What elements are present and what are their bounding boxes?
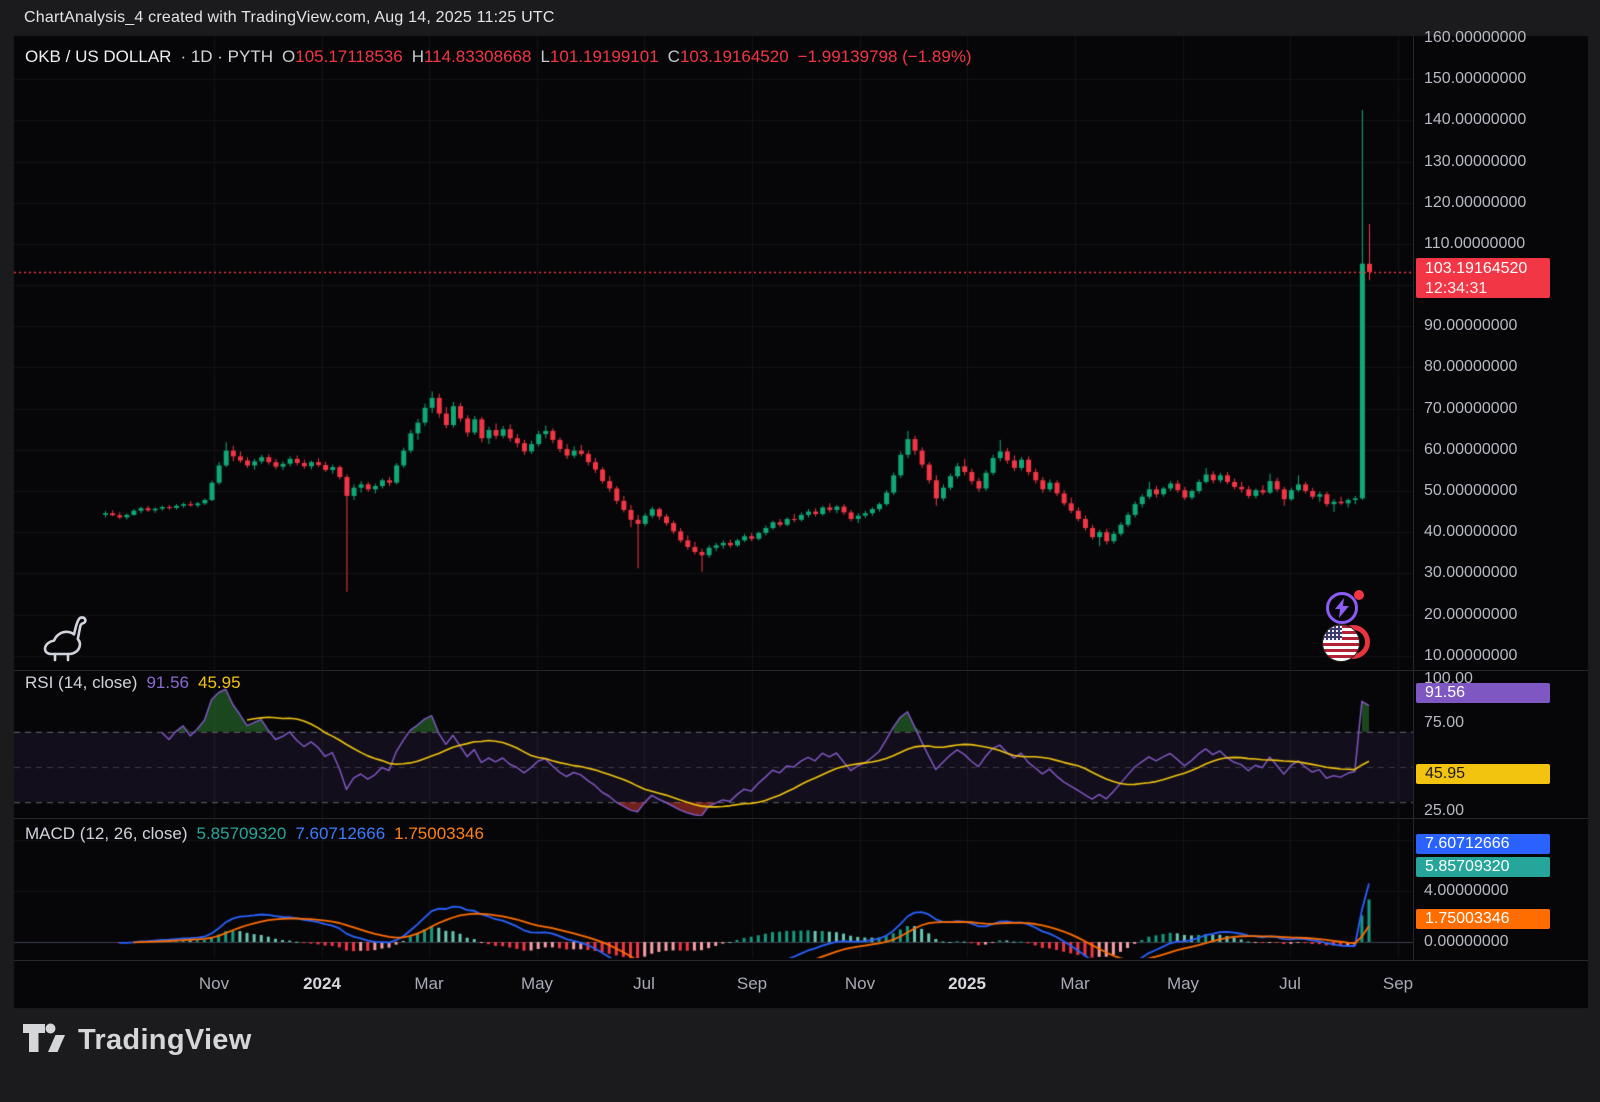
rsi-axis-tick: 25.00 [1424, 802, 1464, 820]
rsi-legend: RSI (14, close) 91.56 45.95 [25, 673, 241, 693]
macd-legend: MACD (12, 26, close) 5.85709320 7.607126… [25, 824, 484, 844]
ohlc-low: L101.19199101 [540, 47, 658, 67]
tradingview-glyph-icon [22, 1022, 66, 1058]
symbol-name[interactable]: OKB / US DOLLAR [25, 47, 171, 67]
pane-separator[interactable] [14, 818, 1588, 819]
macd-axis-tick: 4.00000000 [1424, 882, 1509, 900]
rsi-value: 91.56 [146, 673, 189, 693]
us-flag [1322, 624, 1360, 662]
ohlc-close: C103.19164520 [668, 47, 789, 67]
symbol-legend: OKB / US DOLLAR · 1D · PYTH O105.1711853… [25, 47, 972, 67]
last-price-value: 103.19164520 [1425, 259, 1550, 279]
rsi-axis-tick: 100.00 [1424, 670, 1473, 688]
time-axis-label: 2025 [948, 974, 986, 994]
macd-axis-tick: 0.00000000 [1424, 933, 1509, 951]
pyth-provider-icon [1324, 590, 1364, 628]
time-axis-label: Jul [633, 974, 655, 994]
price-axis-tick: 80.00000000 [1424, 358, 1517, 376]
price-axis-tick: 160.00000000 [1424, 29, 1526, 47]
rsi-title[interactable]: RSI (14, close) [25, 673, 137, 693]
price-axis-tick: 50.00000000 [1424, 482, 1517, 500]
price-axis-tick: 10.00000000 [1424, 647, 1517, 665]
time-axis-label: May [1167, 974, 1199, 994]
time-axis-label: Sep [737, 974, 767, 994]
rsi-axis-tick: 75.00 [1424, 714, 1464, 732]
price-axis-tick: 30.00000000 [1424, 564, 1517, 582]
dino-sticker-icon[interactable] [42, 610, 92, 671]
price-chart-canvas[interactable] [0, 0, 1600, 1102]
macd-line-value: 7.60712666 [295, 824, 385, 844]
bar-countdown: 12:34:31 [1425, 279, 1550, 299]
time-axis-label: May [521, 974, 553, 994]
price-axis-tick: 70.00000000 [1424, 400, 1517, 418]
macd-axis-badge: 7.60712666 [1416, 834, 1550, 854]
price-axis-tick: 130.00000000 [1424, 153, 1526, 171]
time-axis-label: Sep [1383, 974, 1413, 994]
macd-signal-axis-badge: 1.75003346 [1416, 909, 1550, 929]
notification-dot [1354, 590, 1364, 600]
ohlc-open: O105.17118536 [282, 47, 403, 67]
price-axis-tick: 40.00000000 [1424, 523, 1517, 541]
tradingview-snapshot: { "header": { "title": "ChartAnalysis_4 … [0, 0, 1600, 1102]
macd-hist-value: 5.85709320 [197, 824, 287, 844]
pane-separator[interactable] [14, 670, 1588, 671]
time-axis-label: Nov [845, 974, 875, 994]
price-axis-separator[interactable] [1413, 36, 1414, 960]
price-axis-tick: 90.00000000 [1424, 317, 1517, 335]
last-price-badge: 103.19164520 12:34:31 [1416, 258, 1550, 298]
price-axis-tick: 120.00000000 [1424, 194, 1526, 212]
time-axis-label: Mar [414, 974, 443, 994]
price-change: −1.99139798 (−1.89%) [798, 47, 972, 67]
price-axis-tick: 140.00000000 [1424, 111, 1526, 129]
price-axis-tick: 60.00000000 [1424, 441, 1517, 459]
macd-hist-axis-badge: 5.85709320 [1416, 857, 1550, 877]
tradingview-logo[interactable]: TradingView [22, 1022, 252, 1058]
time-axis-label: 2024 [303, 974, 341, 994]
time-axis-label: Jul [1279, 974, 1301, 994]
macd-signal-value: 1.75003346 [394, 824, 484, 844]
rsi-ma-value: 45.95 [198, 673, 241, 693]
time-axis-label: Nov [199, 974, 229, 994]
price-axis-tick: 20.00000000 [1424, 606, 1517, 624]
usd-flag-icon [1322, 624, 1374, 662]
price-axis-tick: 150.00000000 [1424, 70, 1526, 88]
rsi-ma-axis-badge: 45.95 [1416, 764, 1550, 784]
time-axis-label: Mar [1060, 974, 1089, 994]
macd-title[interactable]: MACD (12, 26, close) [25, 824, 188, 844]
symbol-meta[interactable]: · 1D · PYTH [180, 47, 273, 67]
tradingview-brand-text: TradingView [78, 1024, 252, 1057]
ohlc-high: H114.83308668 [412, 47, 532, 67]
time-axis-separator [14, 960, 1588, 961]
snapshot-header-title: ChartAnalysis_4 created with TradingView… [24, 9, 555, 27]
price-axis-tick: 110.00000000 [1424, 235, 1525, 253]
